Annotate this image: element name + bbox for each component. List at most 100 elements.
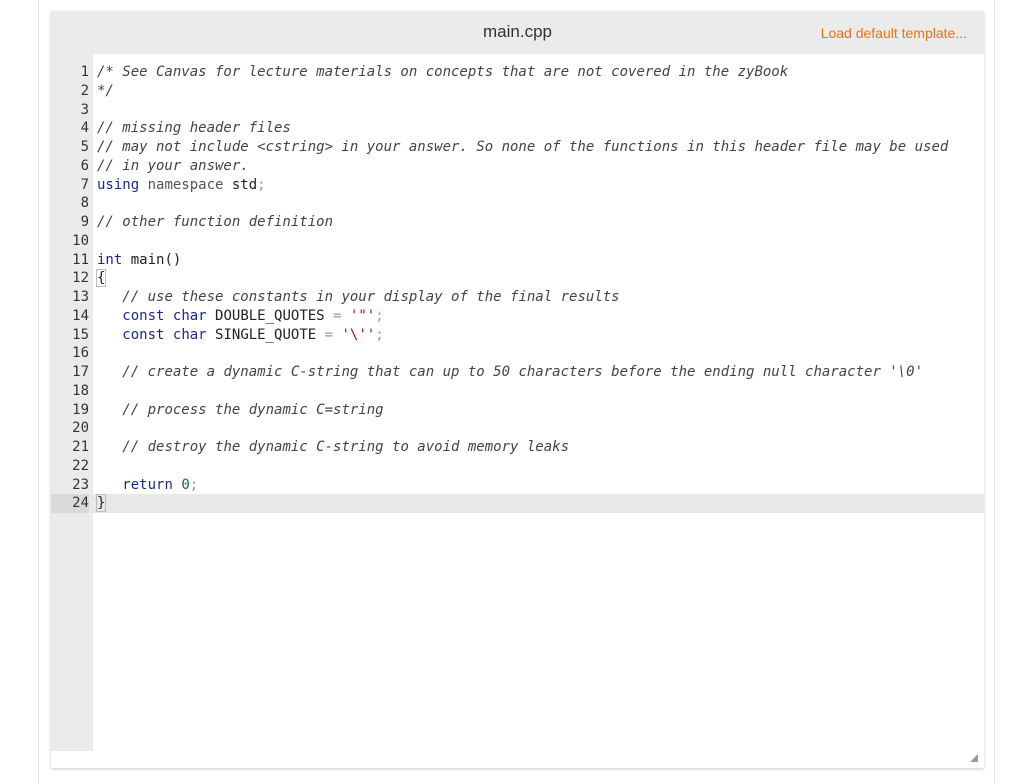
code-token: }: [95, 494, 107, 513]
code-line[interactable]: 19 // process the dynamic C=string: [51, 401, 984, 420]
line-number: 22: [72, 457, 89, 474]
code-token: 0: [181, 476, 190, 493]
line-number: 17: [72, 364, 89, 380]
code-token: // missing header files: [97, 120, 291, 137]
code-line[interactable]: 8: [51, 194, 984, 213]
code-token: // other function definition: [97, 214, 334, 230]
code-token: ;: [375, 307, 384, 324]
code-token: main(): [122, 251, 182, 268]
code-text: return 0;: [97, 476, 198, 495]
code-text: }: [95, 494, 107, 513]
code-token: =: [324, 326, 334, 343]
line-number: 13: [72, 289, 89, 305]
code-line[interactable]: 21 // destroy the dynamic C-string to av…: [51, 438, 984, 457]
line-number: 15: [72, 326, 89, 343]
code-token: '"': [349, 307, 376, 324]
code-text: using namespace std;: [97, 176, 266, 195]
line-number: 8: [80, 195, 89, 212]
code-token: char: [172, 307, 207, 324]
line-number: 9: [80, 214, 89, 230]
code-text: // create a dynamic C-string that can up…: [97, 363, 923, 382]
code-line[interactable]: 18: [51, 382, 984, 401]
code-text: // missing header files: [97, 119, 291, 138]
code-token: using: [97, 176, 140, 193]
code-text: // process the dynamic C=string: [97, 401, 384, 420]
code-token: ;: [257, 176, 266, 193]
line-number: 7: [80, 176, 89, 193]
code-line[interactable]: 12 {: [51, 269, 984, 288]
line-number: 16: [72, 345, 89, 362]
line-number: 18: [72, 382, 89, 399]
code-token: ;: [189, 476, 199, 493]
code-line[interactable]: 22: [51, 457, 984, 476]
code-line[interactable]: 23 return 0;: [51, 476, 984, 495]
code-token: char: [172, 326, 207, 343]
code-token: */: [97, 82, 114, 99]
code-text: const char SINGLE_QUOTE = '\'';: [97, 326, 383, 345]
code-line[interactable]: 20: [51, 419, 984, 438]
resize-grip-icon[interactable]: [970, 754, 978, 762]
code-token: int: [97, 251, 123, 268]
code-token: // destroy the dynamic C-string to avoid…: [122, 439, 570, 455]
code-token: // process the dynamic C=string: [122, 401, 384, 418]
line-number: 11: [72, 251, 89, 268]
code-text: */: [97, 82, 114, 101]
code-text: const char DOUBLE_QUOTES = '"';: [97, 307, 384, 326]
code-token: /* See Canvas for lecture materials on c…: [97, 64, 789, 80]
code-line[interactable]: 16: [51, 344, 984, 363]
code-line[interactable]: 7 using namespace std;: [51, 176, 984, 195]
code-line[interactable]: 13 // use these constants in your displa…: [51, 288, 984, 307]
code-token: {: [95, 269, 107, 288]
code-text: /* See Canvas for lecture materials on c…: [97, 63, 788, 82]
code-line[interactable]: 2 */: [51, 82, 984, 101]
code-text: // other function definition: [97, 213, 333, 232]
code-text: // may not include <cstring> in your ans…: [97, 138, 948, 157]
code-line[interactable]: 15 const char SINGLE_QUOTE = '\'';: [51, 326, 984, 345]
code-token: // in your answer.: [97, 157, 249, 174]
code-line[interactable]: 14 const char DOUBLE_QUOTES = '"';: [51, 307, 984, 326]
code-line[interactable]: 6 // in your answer.: [51, 157, 984, 176]
code-token: DOUBLE_QUOTES: [206, 307, 334, 324]
code-editor[interactable]: main.cpp Load default template... 1 /* Se…: [51, 11, 984, 768]
code-text-area[interactable]: 1 /* See Canvas for lecture materials on …: [51, 63, 984, 513]
code-line[interactable]: 11 int main(): [51, 251, 984, 270]
line-number: 6: [80, 157, 89, 174]
code-line[interactable]: 1 /* See Canvas for lecture materials on …: [51, 63, 984, 82]
code-token: // use these constants in your display o…: [122, 289, 620, 305]
code-text: int main(): [97, 251, 181, 270]
code-line[interactable]: 24}: [51, 494, 984, 513]
code-line[interactable]: 3: [51, 101, 984, 120]
code-line[interactable]: 4 // missing header files: [51, 119, 984, 138]
code-line[interactable]: 10: [51, 232, 984, 251]
code-line[interactable]: 5 // may not include <cstring> in your an…: [51, 138, 984, 157]
code-text: // destroy the dynamic C-string to avoid…: [97, 438, 569, 457]
code-token: const: [122, 307, 165, 324]
code-line[interactable]: 17 // create a dynamic C-string that can…: [51, 363, 984, 382]
code-text: // in your answer.: [97, 157, 249, 176]
line-number: 19: [72, 401, 89, 418]
line-number: 14: [72, 307, 89, 324]
line-number: 24: [51, 494, 89, 513]
code-text: // use these constants in your display o…: [97, 288, 620, 307]
code-token: // create a dynamic C-string that can up…: [122, 364, 924, 380]
load-default-template-link[interactable]: Load default template...: [821, 25, 967, 41]
code-token: const: [122, 326, 165, 343]
code-text: {: [95, 269, 107, 288]
code-token: std: [223, 176, 258, 193]
line-number: 5: [80, 139, 89, 155]
code-token: SINGLE_QUOTE: [206, 326, 325, 343]
line-number: 2: [80, 82, 89, 99]
line-number: 12: [72, 270, 89, 287]
code-token: // may not include <cstring> in your ans…: [97, 139, 949, 155]
code-line[interactable]: 9 // other function definition: [51, 213, 984, 232]
